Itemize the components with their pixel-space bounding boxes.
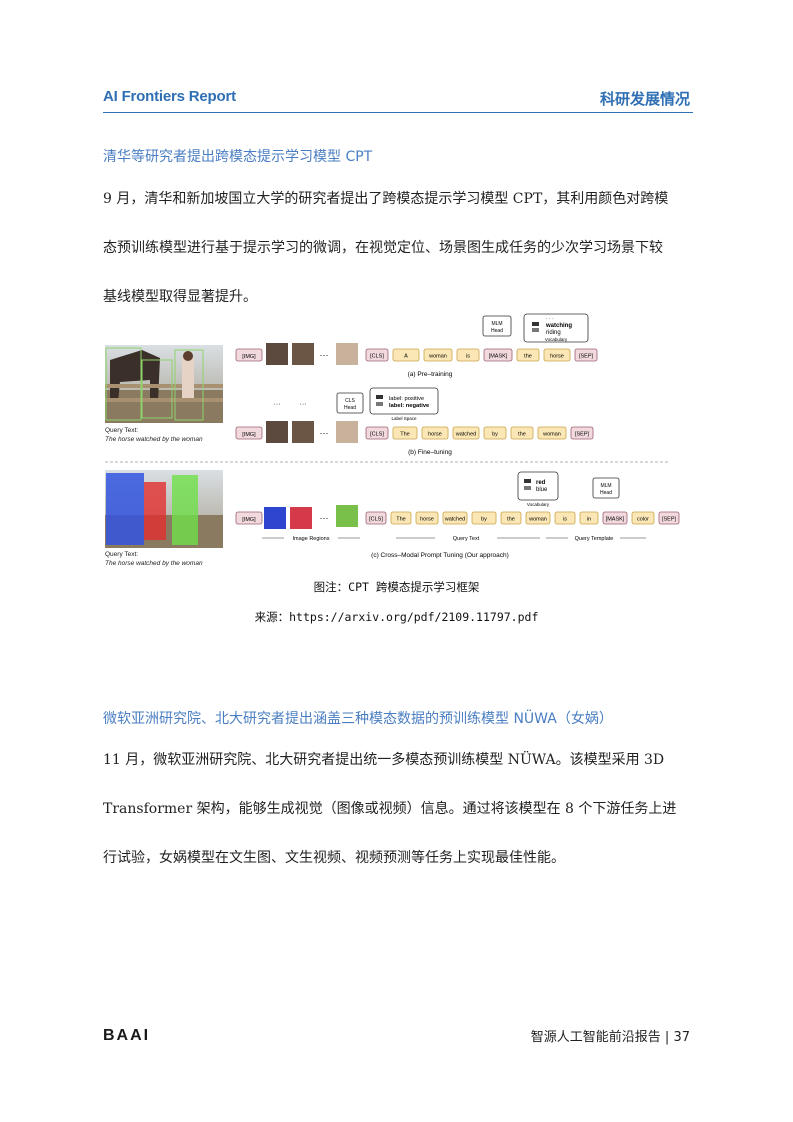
token: [MASK] [489,354,508,360]
vocab-label: Vocabulary [545,337,568,342]
vocab-word: riding [546,330,561,336]
head-label: MLM [491,321,502,327]
image-patch [336,505,358,527]
token: [SEP] [662,517,677,523]
token: by [481,517,487,523]
ellipsis: ··· [300,401,307,408]
ellipsis: ··· [320,428,329,438]
baai-logo: BAAI [103,1027,151,1044]
vocab-label: Vocabulary [527,502,550,507]
image-patch [266,343,288,365]
vocab-word: blue [536,487,548,493]
head-label: CLS [345,398,355,404]
label-word: label: positive [389,396,424,402]
token: A [404,354,408,360]
paragraph-line: 态预训练模型进行基于提示学习的微调，在视觉定位、场景图生成任务的少次学习场景下较 [103,240,663,256]
footer-report-name: 智源人工智能前沿报告 [530,1030,661,1045]
token: is [466,354,470,360]
vocab-dots: · · · [546,316,554,322]
token: the [524,354,532,360]
token: [CLS] [369,517,383,523]
colored-regions-photo [105,470,223,548]
image-patch [292,343,314,365]
token: watched [455,432,477,438]
row-c-caption: (c) Cross–Modal Prompt Tuning (Our appro… [371,552,509,559]
token: [SEP] [575,432,590,438]
image-patch [290,507,312,529]
vocab-word: red [536,480,546,486]
token: horse [420,517,434,523]
row-c-prompt-tuning: [IMG] ··· [CLS] The horse watched by the woman… [235,471,680,559]
token: [CLS] [370,432,384,438]
head-label: MLM [600,483,611,489]
section2-paragraph: 11 月，微软亚洲研究院、北大研究者提出统一多模态预训练模型 NÜWA。该模型采… [103,736,691,883]
paragraph-line: Transformer 架构，能够生成视觉（图像或视频）信息。通过将该模型在 8… [103,801,677,817]
token: The [400,432,409,438]
image-regions-label: Image Regions [293,536,330,542]
token: [CLS] [370,354,384,360]
footer-page-info: 智源人工智能前沿报告 | 37 [531,1026,690,1045]
image-patch [292,421,314,443]
query-template-label: Query Template [575,536,614,542]
footer-separator: | [664,1030,670,1045]
section-title: 科研发展情况 [599,90,690,108]
paragraph-line: 9 月，清华和新加坡国立大学的研究者提出了跨模态提示学习模型 CPT，其利用颜色… [103,191,669,207]
ellipsis: ··· [320,350,329,360]
query-text-label: Query Text: [105,427,138,434]
section1-paragraph: 9 月，清华和新加坡国立大学的研究者提出了跨模态提示学习模型 CPT，其利用颜色… [103,175,691,322]
token: [IMG] [242,432,256,438]
image-patch [264,507,286,529]
token: [IMG] [242,517,256,523]
token: horse [428,432,442,438]
head-label: Head [600,490,612,496]
token: woman [542,432,561,438]
horse-woman-photo [105,345,223,423]
token: [SEP] [579,354,594,360]
query-text-value: The horse watched by the woman [105,436,203,443]
image-patch [336,421,358,443]
figure-caption: 图注：CPT 跨模态提示学习框架 [313,580,480,594]
image-patch [336,343,358,365]
token: the [518,432,526,438]
head-label: Head [344,405,356,411]
header-rule [103,112,693,113]
token: woman [428,354,447,360]
figure-source: 来源：https://arxiv.org/pdf/2109.11797.pdf [254,610,539,624]
vocab-word: watching [545,323,572,329]
section2-heading: 微软亚洲研究院、北大研究者提出涵盖三种模态数据的预训练模型 NÜWA（女娲） [103,711,613,727]
head-label: Head [491,328,503,334]
label-space-label: Label Space [391,416,417,421]
token: the [507,517,515,523]
row-b-finetuning: [IMG] ··· ··· ··· [CLS] The horse watched by… [235,387,594,456]
report-title: AI Frontiers Report [103,88,236,105]
token: woman [528,517,547,523]
row-b-caption: (b) Fine–tuning [408,449,452,456]
token: by [492,432,498,438]
ellipsis: ··· [320,513,329,523]
paragraph-line: 11 月，微软亚洲研究院、北大研究者提出统一多模态预训练模型 NÜWA。该模型采… [103,752,665,768]
token: The [396,517,405,523]
row-a-caption: (a) Pre–training [408,371,453,378]
token: watched [444,517,466,523]
page-number: 37 [673,1030,690,1045]
row-a-pretraining: [IMG] ··· [CLS] Awoman is [MASK] the horse [SE… [235,313,598,378]
section1-heading: 清华等研究者提出跨模态提示学习模型 CPT [103,149,373,165]
token: color [637,517,649,523]
token: [MASK] [606,517,625,523]
label-word: label: negative [389,403,430,409]
image-patch [266,421,288,443]
query-text-value: The horse watched by the woman [105,560,203,567]
token: [IMG] [242,354,256,360]
paragraph-line: 行试验，女娲模型在文生图、文生视频、视频预测等任务上实现最佳性能。 [103,850,565,866]
token: is [563,517,567,523]
token: horse [550,354,564,360]
ellipsis: ··· [274,401,281,408]
token: in [587,517,591,523]
query-text-span-label: Query Text [453,536,480,542]
cpt-framework-figure: Query Text: The horse watched by the wom… [105,313,680,567]
query-text-label: Query Text: [105,551,138,558]
